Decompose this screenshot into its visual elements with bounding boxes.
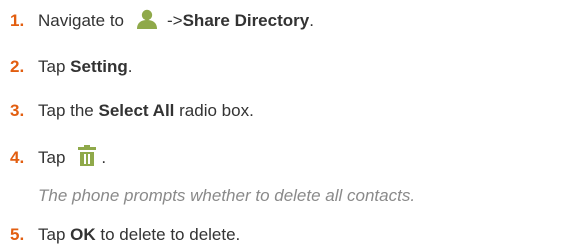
step-5: 5. Tap OK to delete to delete.	[0, 220, 240, 250]
step-4: 4. Tap .	[0, 143, 106, 173]
step-text: Navigate to	[38, 11, 124, 30]
arrow-text: ->	[167, 11, 183, 30]
step-text: Tap	[38, 57, 66, 76]
step-text-end: .	[101, 148, 107, 167]
step-text-end: to delete to delete.	[100, 225, 241, 244]
steps-list: 1. Navigate to -> Share Directory . 2. T…	[0, 0, 579, 245]
trash-icon	[77, 144, 97, 172]
step-number: 3.	[10, 101, 25, 120]
step-number: 4.	[10, 148, 25, 167]
step-emphasis: OK	[70, 225, 96, 244]
step-text-end: radio box.	[179, 101, 254, 120]
step-number: 5.	[10, 225, 25, 244]
person-icon	[136, 9, 158, 34]
step-number: 2.	[10, 57, 25, 76]
step-number: 1.	[10, 11, 25, 30]
step-text: Tap	[38, 148, 66, 167]
step-emphasis: Share Directory	[182, 11, 310, 30]
step-4-note: The phone prompts whether to delete all …	[38, 186, 416, 205]
step-3: 3. Tap the Select All radio box.	[0, 96, 254, 126]
step-text: Tap	[38, 225, 66, 244]
step-emphasis: Select All	[98, 101, 175, 120]
step-text: Tap the	[38, 101, 94, 120]
step-text-end: .	[127, 57, 133, 76]
step-text-end: .	[309, 11, 314, 30]
step-1: 1. Navigate to -> Share Directory .	[0, 6, 314, 36]
step-emphasis: Setting	[70, 57, 128, 76]
step-2: 2. Tap Setting.	[0, 52, 133, 82]
